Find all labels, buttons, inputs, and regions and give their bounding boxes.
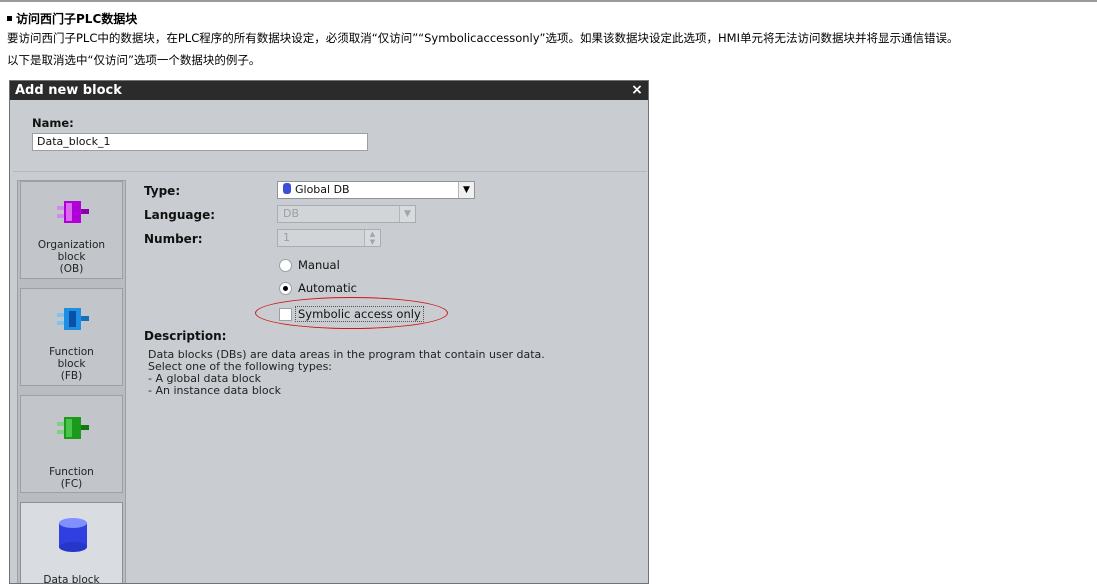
number-value: 1 [283, 231, 290, 244]
doc-title-text: 访问西门子PLC数据块 [16, 12, 138, 26]
block-type-sidebar: Organization block (OB) Function block (… [17, 180, 126, 584]
automatic-radio-label: Automatic [298, 281, 357, 295]
doc-title: 访问西门子PLC数据块 [7, 10, 137, 27]
chevron-down-icon[interactable]: ▼ [458, 182, 474, 198]
type-select[interactable]: Global DB ▼ [277, 181, 475, 199]
number-label: Number: [144, 232, 203, 246]
language-select: DB ▼ [277, 205, 416, 223]
manual-radio-dot [279, 258, 292, 272]
symbolic-access-checkbox[interactable]: Symbolic access only [279, 306, 424, 322]
function-block-icon [57, 308, 89, 330]
type-label: Type: [144, 184, 181, 198]
manual-radio-label: Manual [298, 258, 340, 272]
data-block-icon [59, 518, 87, 552]
top-rule [0, 0, 1097, 2]
function-button[interactable]: Function (FC) [20, 395, 123, 493]
data-block-label: Data block [43, 574, 100, 584]
bullet-icon [7, 16, 12, 21]
type-value: Global DB [295, 183, 350, 196]
function-block-label: Function block (FB) [49, 346, 94, 382]
doc-paragraph-2: 以下是取消选中“仅访问”选项一个数据块的例子。 [7, 53, 261, 67]
close-icon[interactable]: × [630, 81, 644, 100]
name-label: Name: [32, 116, 74, 130]
language-label: Language: [144, 208, 216, 222]
description-text: Data blocks (DBs) are data areas in the … [148, 348, 545, 397]
chevron-down-icon: ▼ [399, 206, 415, 222]
function-label: Function (FC) [49, 466, 94, 490]
organization-block-button[interactable]: Organization block (OB) [20, 181, 123, 279]
automatic-radio[interactable]: Automatic [279, 281, 357, 295]
name-input[interactable]: Data_block_1 [32, 133, 368, 151]
organization-block-label: Organization block (OB) [37, 239, 106, 275]
doc-paragraph-1: 要访问西门子PLC中的数据块，在PLC程序的所有数据块设定，必须取消“仅访问”“… [7, 31, 959, 45]
organization-block-icon [57, 201, 89, 223]
data-block-button[interactable]: Data block [20, 502, 123, 584]
function-icon [57, 417, 89, 439]
number-stepper: 1 ▲ ▼ [277, 229, 381, 247]
dialog-title: Add new block [15, 83, 122, 98]
stepper-arrows-icon: ▲ ▼ [364, 230, 380, 246]
symbolic-access-checkbox-box[interactable] [279, 307, 292, 321]
add-new-block-dialog: Add new block × Name: Data_block_1 Organ… [9, 80, 649, 584]
description-title: Description: [144, 329, 227, 343]
language-value: DB [283, 207, 300, 220]
symbolic-access-label: Symbolic access only [295, 306, 424, 322]
function-block-button[interactable]: Function block (FB) [20, 288, 123, 386]
automatic-radio-dot [279, 281, 292, 295]
dialog-titlebar: Add new block × [10, 81, 648, 100]
manual-radio[interactable]: Manual [279, 258, 340, 272]
global-db-icon [283, 183, 291, 194]
block-settings-area: Organization block (OB) Function block (… [13, 171, 647, 584]
